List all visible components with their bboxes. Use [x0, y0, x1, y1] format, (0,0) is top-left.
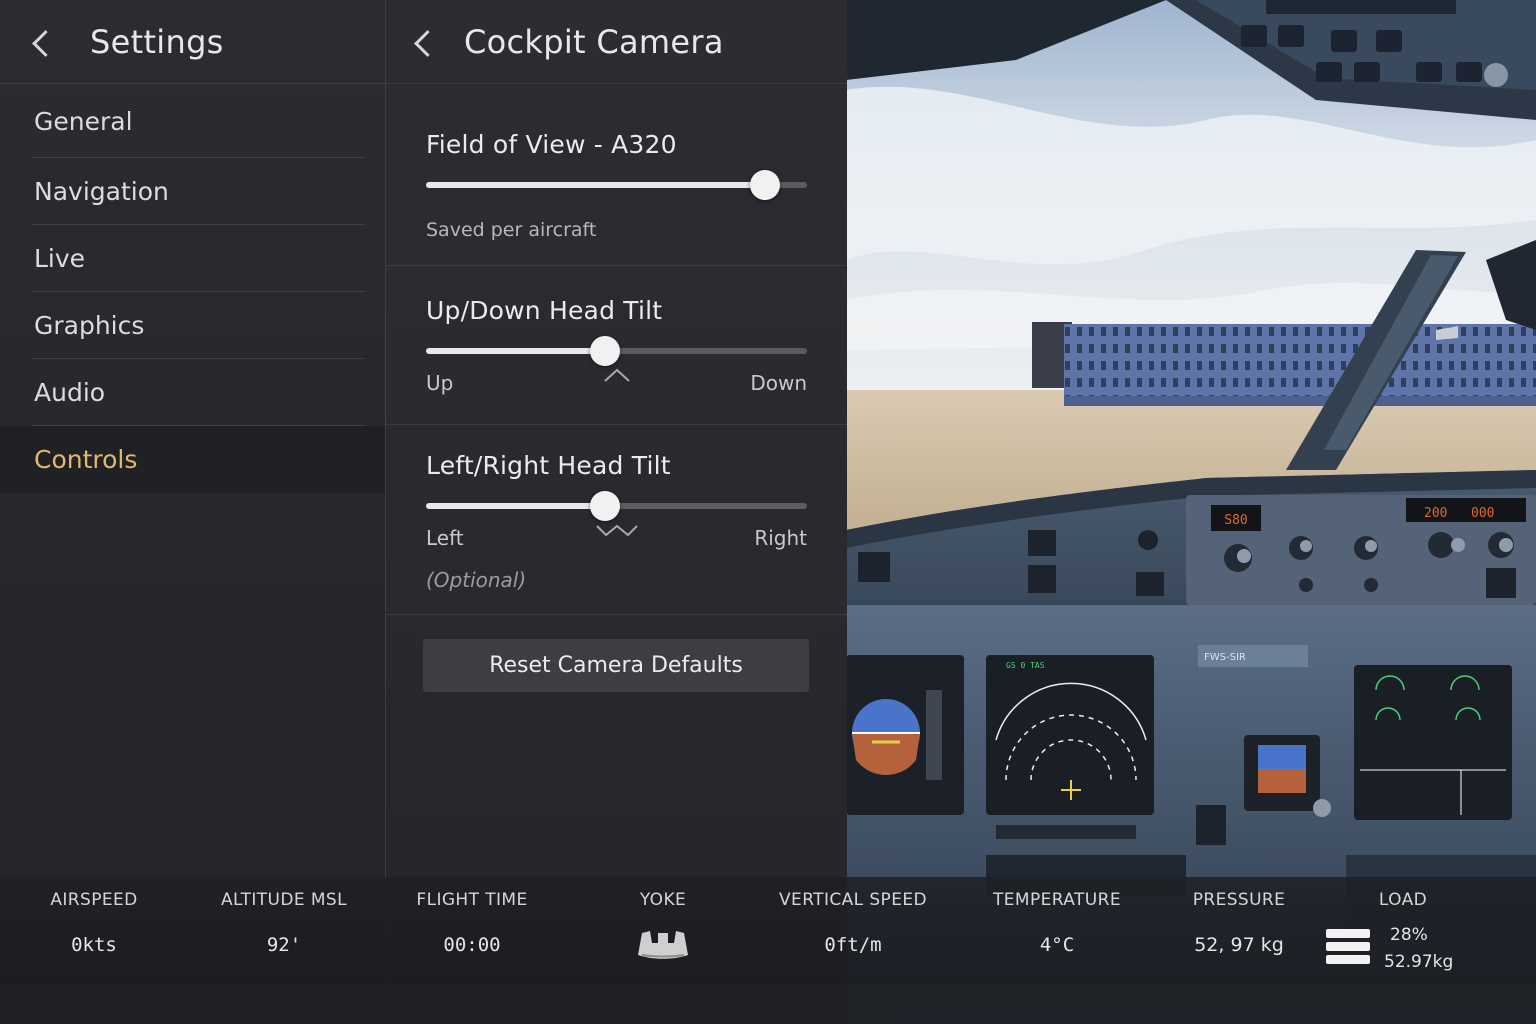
vertical-speed-label: VERTICAL SPEED	[779, 890, 927, 910]
leftright-range-labels: Left Right	[426, 524, 807, 550]
stat-yoke[interactable]: YOKE	[603, 877, 723, 985]
stat-airspeed: AIRSPEED 0kts	[14, 877, 174, 985]
menu-item-audio[interactable]: Audio	[0, 359, 385, 426]
leftright-tilt-section: Left/Right Head Tilt Left Right (Optiona…	[386, 425, 847, 615]
caret-up-icon	[603, 368, 630, 382]
settings-title: Settings	[90, 22, 224, 61]
vertical-speed-value: 0ft/m	[824, 934, 882, 956]
reset-camera-button[interactable]: Reset Camera Defaults	[423, 639, 809, 692]
airspeed-value: 0kts	[71, 934, 117, 956]
cockpit-view: S80 200 000 GS 0 TAS FWS-SIR	[846, 0, 1536, 1024]
flight-time-value: 00:00	[443, 934, 501, 956]
stat-altitude: ALTITUDE MSL 92'	[199, 877, 369, 985]
load-label: LOAD	[1378, 890, 1428, 910]
fov-note: Saved per aircraft	[426, 219, 597, 241]
pressure-value: 52, 97 kg	[1194, 934, 1284, 956]
back-chevron-icon[interactable]	[412, 31, 434, 53]
updown-range-labels: Up Down	[426, 368, 807, 395]
chevron-down-icon	[595, 524, 638, 537]
yoke-icon	[638, 931, 688, 959]
pressure-label: PRESSURE	[1192, 890, 1286, 910]
altitude-label: ALTITUDE MSL	[221, 890, 347, 910]
updown-max-label: Down	[750, 371, 807, 395]
cockpit-placard: FWS-SIR	[1204, 652, 1246, 663]
leftright-max-label: Right	[754, 526, 807, 550]
menu-item-graphics[interactable]: Graphics	[0, 292, 385, 359]
menu-item-controls[interactable]: Controls	[0, 426, 385, 493]
leftright-tilt-label: Left/Right Head Tilt	[426, 451, 671, 480]
fcu-alt-display: 000	[1471, 506, 1494, 521]
stat-flight-time: FLIGHT TIME 00:00	[392, 877, 552, 985]
cockpit-illustration: S80 200 000 GS 0 TAS FWS-SIR	[846, 0, 1536, 935]
updown-tilt-section: Up/Down Head Tilt Up Down	[386, 266, 847, 425]
menu-icon[interactable]	[1326, 929, 1370, 969]
slider-fill	[426, 182, 766, 188]
yoke-label: YOKE	[639, 890, 687, 910]
menu-item-navigation[interactable]: Navigation	[0, 158, 385, 225]
load-percent: 28%	[1390, 925, 1428, 945]
fov-section: Field of View - A320 Saved per aircraft	[386, 84, 847, 266]
menu-item-live[interactable]: Live	[0, 225, 385, 292]
load-weight: 52.97kg	[1384, 952, 1454, 972]
leftright-min-label: Left	[426, 526, 464, 550]
flight-time-label: FLIGHT TIME	[416, 890, 528, 910]
cockpit-camera-panel: Cockpit Camera Field of View - A320 Save…	[386, 0, 847, 1024]
fov-slider[interactable]	[426, 169, 807, 200]
camera-title: Cockpit Camera	[464, 22, 724, 61]
settings-menu: General Navigation Live Graphics Audio C…	[0, 84, 385, 493]
flight-status-bar: AIRSPEED 0kts ALTITUDE MSL 92' FLIGHT TI…	[0, 877, 1536, 985]
camera-header: Cockpit Camera	[386, 0, 847, 84]
stat-vertical-speed: VERTICAL SPEED 0ft/m	[768, 877, 938, 985]
slider-fill	[426, 503, 606, 509]
menu-item-general[interactable]: General	[0, 84, 385, 158]
slider-thumb[interactable]	[590, 336, 621, 366]
temperature-value: 4°C	[1039, 934, 1075, 956]
updown-tilt-label: Up/Down Head Tilt	[426, 296, 663, 325]
updown-min-label: Up	[426, 371, 454, 395]
svg-text:GS 0 TAS: GS 0 TAS	[1006, 661, 1045, 670]
altitude-value: 92'	[266, 934, 302, 956]
back-chevron-icon[interactable]	[30, 31, 52, 53]
status-bar-base	[0, 985, 1536, 1024]
airspeed-label: AIRSPEED	[50, 890, 138, 910]
updown-tilt-slider[interactable]	[426, 335, 807, 366]
fcu-speed-display: S80	[1224, 513, 1247, 528]
leftright-optional-note: (Optional)	[426, 568, 527, 592]
slider-thumb[interactable]	[590, 491, 621, 521]
slider-thumb[interactable]	[750, 170, 781, 200]
slider-fill	[426, 348, 606, 354]
stat-pressure: PRESSURE 52, 97 kg	[1168, 877, 1310, 985]
fov-label: Field of View - A320	[426, 130, 677, 159]
leftright-tilt-slider[interactable]	[426, 490, 807, 521]
temperature-label: TEMPERATURE	[993, 890, 1121, 910]
fcu-hdg-display: 200	[1424, 506, 1447, 521]
settings-header: Settings	[0, 0, 385, 84]
stat-temperature: TEMPERATURE 4°C	[980, 877, 1134, 985]
settings-sidebar: Settings General Navigation Live Graphic…	[0, 0, 386, 1024]
